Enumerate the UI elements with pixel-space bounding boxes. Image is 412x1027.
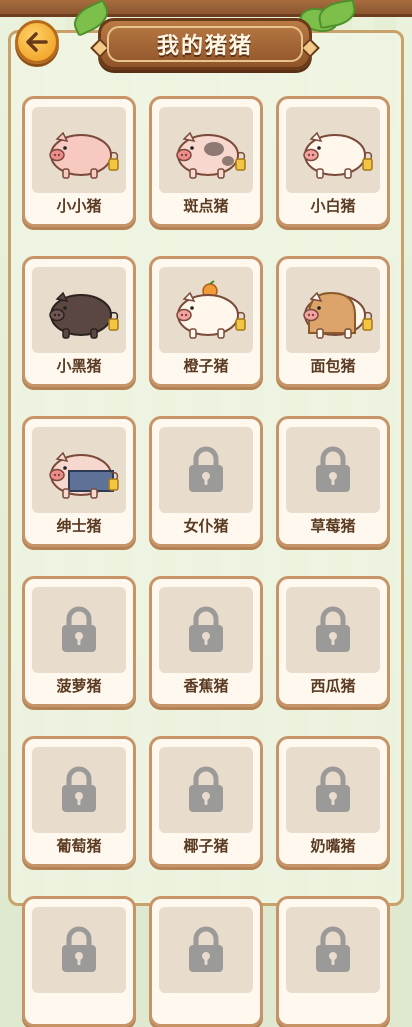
pig-thumbnail [286, 587, 380, 673]
lock-icon [189, 446, 223, 492]
lock-icon [316, 446, 350, 492]
pig-card[interactable]: 面包猪 [276, 256, 390, 387]
lock-icon [189, 606, 223, 652]
pig-name: 橙子猪 [183, 357, 229, 375]
pig-name: 小白猪 [310, 197, 356, 215]
lock-icon [189, 766, 223, 812]
pig-card[interactable]: 橙子猪 [149, 256, 263, 387]
pig-icon [303, 131, 373, 179]
pig-card[interactable]: 绅士猪 [22, 416, 136, 547]
pig-thumbnail [286, 747, 380, 833]
pig-thumbnail [159, 427, 253, 513]
pig-collection-grid: 小小猪 斑点猪 小白猪 小黑猪 橙子猪 面包猪 绅士猪 女仆猪 草莓猪 菠萝猪 … [22, 96, 390, 1027]
title-frame: 我的猪猪 [107, 26, 303, 62]
lock-icon [316, 606, 350, 652]
pig-thumbnail [32, 107, 126, 193]
back-arrow-icon [26, 32, 48, 52]
pig-thumbnail [286, 107, 380, 193]
pig-card-locked[interactable]: 椰子猪 [149, 736, 263, 867]
pig-thumbnail [32, 747, 126, 833]
pig-thumbnail [32, 587, 126, 673]
lock-icon [189, 926, 223, 972]
pig-card-locked[interactable]: 女仆猪 [149, 416, 263, 547]
lock-icon [62, 926, 96, 972]
pig-thumbnail [32, 907, 126, 993]
pig-icon [176, 131, 246, 179]
pig-thumbnail [159, 107, 253, 193]
pig-thumbnail [159, 267, 253, 353]
pig-card[interactable]: 小小猪 [22, 96, 136, 227]
pig-thumbnail [159, 907, 253, 993]
pig-card-locked[interactable]: 香蕉猪 [149, 576, 263, 707]
pig-name: 菠萝猪 [56, 677, 102, 695]
pig-thumbnail [286, 907, 380, 993]
pig-thumbnail [159, 747, 253, 833]
pig-thumbnail [32, 427, 126, 513]
page-title: 我的猪猪 [156, 34, 253, 59]
pig-thumbnail [286, 267, 380, 353]
pig-icon [49, 451, 119, 499]
pig-card-locked[interactable]: 菠萝猪 [22, 576, 136, 707]
pig-card-locked[interactable]: 葡萄猪 [22, 736, 136, 867]
lock-icon [316, 926, 350, 972]
pig-thumbnail [159, 587, 253, 673]
pig-card-locked[interactable] [276, 896, 390, 1027]
pig-name: 面包猪 [310, 357, 356, 375]
pig-name: 小小猪 [56, 197, 102, 215]
back-button[interactable] [15, 20, 59, 64]
lock-icon [316, 766, 350, 812]
pig-name: 小黑猪 [56, 357, 102, 375]
pig-name: 草莓猪 [310, 517, 356, 535]
pig-card-locked[interactable] [22, 896, 136, 1027]
pig-name: 椰子猪 [183, 837, 229, 855]
pig-name: 香蕉猪 [183, 677, 229, 695]
lock-icon [62, 766, 96, 812]
pig-icon [176, 280, 246, 339]
pig-thumbnail [32, 267, 126, 353]
pig-name: 西瓜猪 [310, 677, 356, 695]
pig-name: 奶嘴猪 [310, 837, 356, 855]
pig-icon [49, 291, 119, 339]
pig-card[interactable]: 斑点猪 [149, 96, 263, 227]
pig-card-locked[interactable]: 奶嘴猪 [276, 736, 390, 867]
pig-thumbnail [286, 427, 380, 513]
pig-card-locked[interactable]: 西瓜猪 [276, 576, 390, 707]
pig-name: 葡萄猪 [56, 837, 102, 855]
pig-name: 绅士猪 [56, 517, 102, 535]
pig-card[interactable]: 小黑猪 [22, 256, 136, 387]
pig-card-locked[interactable] [149, 896, 263, 1027]
pig-name: 斑点猪 [183, 197, 229, 215]
pig-icon [303, 291, 373, 339]
lock-icon [62, 606, 96, 652]
title-plaque: 我的猪猪 [90, 18, 320, 70]
pig-icon [49, 131, 119, 179]
pig-name: 女仆猪 [183, 517, 229, 535]
pig-card-locked[interactable]: 草莓猪 [276, 416, 390, 547]
pig-card[interactable]: 小白猪 [276, 96, 390, 227]
